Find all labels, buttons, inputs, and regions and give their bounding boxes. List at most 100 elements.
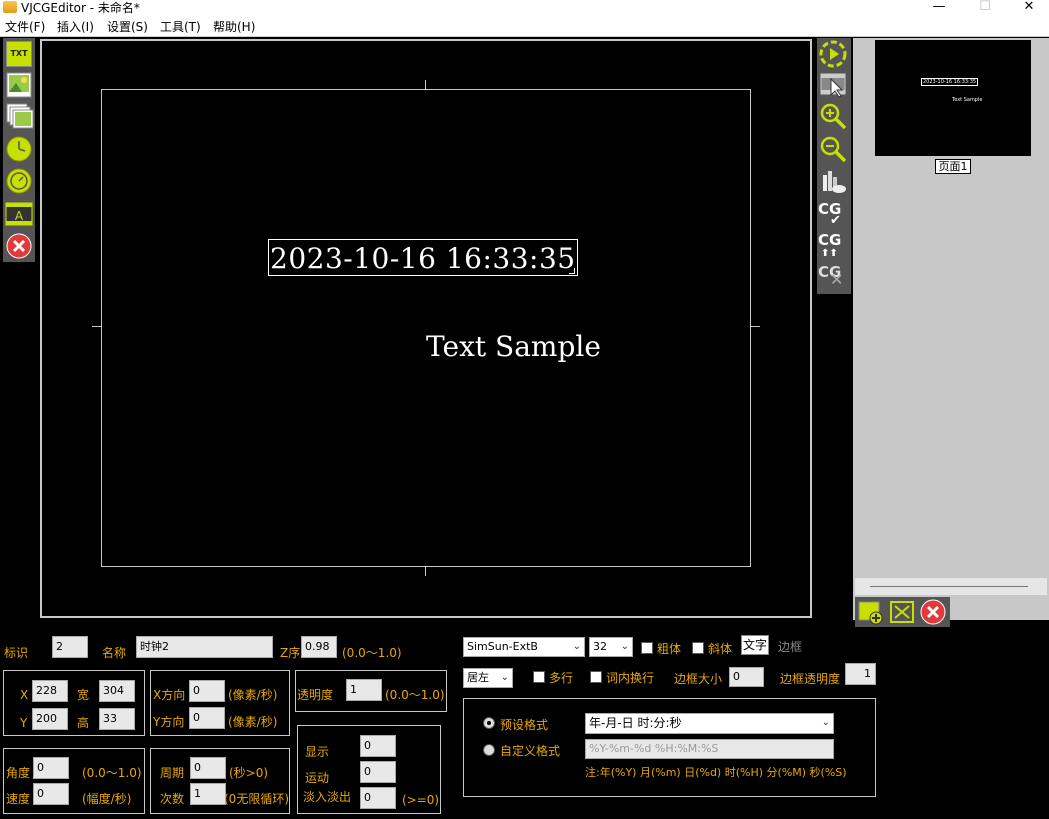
custom-format-field[interactable]: %Y-%m-%d %H:%M:%S [585, 739, 834, 759]
insert-image-icon[interactable] [6, 72, 32, 98]
thumbnail-sample-text: Text Sample [952, 97, 983, 103]
minimize-button[interactable]: — [916, 0, 962, 16]
zoom-in-icon[interactable] [819, 102, 847, 130]
center-tick-bottom [425, 567, 426, 576]
delete-icon[interactable] [6, 233, 32, 259]
size-select[interactable]: 32 ⌄ [589, 637, 633, 657]
speed-label: 速度 [6, 792, 31, 806]
move-field[interactable]: 0 [360, 761, 396, 783]
bold-label: 粗体 [657, 642, 682, 656]
z-order-field[interactable]: 0.98 [301, 636, 337, 658]
zoom-out-icon[interactable] [819, 135, 847, 163]
page-settings-icon[interactable] [889, 599, 915, 625]
clock-text: 2023-10-16 16:33:35 [270, 242, 576, 275]
x-direction-unit: (像素/秒) [228, 688, 278, 702]
text-color-button[interactable]: 文字 [741, 635, 769, 655]
center-tick-top [425, 80, 426, 89]
fade-unit: (>=0) [402, 793, 440, 807]
period-field[interactable]: 0 [190, 757, 226, 779]
preset-format-select[interactable]: 年-月-日 时:分:秒 ⌄ [585, 713, 834, 734]
y-field[interactable]: 200 [32, 708, 68, 730]
border-color-label[interactable]: 边框 [778, 638, 802, 655]
maximize-button[interactable]: ☐ [962, 0, 1008, 16]
fade-field[interactable]: 0 [360, 787, 396, 809]
app-icon [3, 1, 17, 13]
opacity-range: (0.0～1.0) [385, 688, 445, 702]
custom-format-label: 自定义格式 [500, 744, 561, 758]
id-field[interactable]: 2 [52, 636, 88, 658]
angle-field[interactable]: 0 [33, 757, 69, 779]
show-label: 显示 [305, 745, 330, 759]
speed-unit: (幅度/秒) [82, 792, 132, 806]
align-select-value: 居左 [467, 671, 489, 684]
align-select[interactable]: 居左 ⌄ [463, 668, 513, 688]
size-select-value: 32 [593, 640, 607, 653]
play-icon[interactable] [819, 40, 847, 68]
sample-text-object[interactable]: Text Sample [426, 330, 601, 363]
count-field[interactable]: 1 [190, 783, 226, 805]
select-cursor-icon[interactable] [819, 71, 847, 99]
count-label: 次数 [160, 792, 185, 806]
insert-clock-icon[interactable] [6, 136, 32, 162]
format-note: 注:年(%Y) 月(%m) 日(%d) 时(%H) 分(%M) 秒(%S) [585, 766, 847, 779]
angle-label: 角度 [6, 766, 31, 780]
safe-area-frame [101, 89, 751, 567]
y-direction-field[interactable]: 0 [189, 707, 225, 729]
multiline-checkbox[interactable] [533, 671, 545, 683]
font-select[interactable]: SimSun-ExtB ⌄ [463, 637, 585, 657]
add-page-icon[interactable] [857, 599, 883, 625]
menu-tools[interactable]: 工具(T) [160, 18, 201, 36]
menu-help[interactable]: 帮助(H) [213, 18, 255, 36]
chevron-down-icon: ⌄ [620, 641, 629, 652]
show-field[interactable]: 0 [360, 735, 396, 757]
pan-hand-icon[interactable] [819, 167, 847, 195]
insert-text-frame-icon[interactable]: A [5, 201, 33, 227]
chevron-down-icon: ⌄ [821, 717, 830, 728]
fade-label: 淡入淡出 [303, 790, 352, 804]
window-title: VJCGEditor - 未命名* [21, 1, 140, 15]
insert-image-sequence-icon[interactable] [6, 103, 34, 129]
cg-upload-icon[interactable]: CG ⬆⬆ [818, 231, 848, 261]
y-direction-label: Y方向 [153, 715, 185, 729]
cg-remove-icon[interactable]: CG ✕ [818, 263, 848, 293]
count-unit: (0无限循环) [224, 792, 289, 806]
word-wrap-label: 词内换行 [606, 671, 655, 685]
speed-field[interactable]: 0 [33, 783, 69, 805]
border-opacity-label: 边框透明度 [780, 672, 841, 686]
cg-apply-icon[interactable]: CG ✔ [818, 200, 848, 230]
custom-format-radio[interactable] [483, 744, 495, 756]
period-label: 周期 [160, 766, 185, 780]
x-label: X [20, 688, 29, 702]
word-wrap-checkbox[interactable] [590, 671, 602, 683]
font-select-value: SimSun-ExtB [467, 640, 538, 653]
multiline-label: 多行 [549, 671, 574, 685]
italic-checkbox[interactable] [692, 642, 704, 654]
insert-text-icon[interactable]: TXT [6, 41, 32, 67]
preset-format-radio[interactable] [483, 717, 495, 729]
name-label: 名称 [102, 646, 127, 660]
name-field[interactable]: 时钟2 [136, 636, 273, 658]
opacity-field[interactable]: 1 [346, 679, 382, 701]
scrollbar-track[interactable] [870, 586, 1028, 587]
border-opacity-field[interactable]: 1 [845, 663, 876, 685]
y-label: Y [20, 716, 28, 730]
border-size-label: 边框大小 [674, 672, 723, 686]
height-label: 高 [77, 716, 90, 730]
delete-page-icon[interactable] [920, 599, 946, 625]
bold-checkbox[interactable] [641, 642, 653, 654]
border-size-field[interactable]: 0 [729, 667, 764, 687]
x-direction-field[interactable]: 0 [189, 680, 225, 702]
x-field[interactable]: 228 [32, 680, 68, 702]
page-label[interactable]: 页面1 [935, 159, 971, 174]
close-button[interactable]: ✕ [1006, 0, 1049, 16]
menu-settings[interactable]: 设置(S) [107, 18, 148, 36]
period-unit: (秒>0) [229, 766, 269, 780]
chevron-down-icon: ⌄ [572, 641, 581, 652]
width-label: 宽 [77, 688, 90, 702]
italic-label: 斜体 [708, 642, 733, 656]
menu-file[interactable]: 文件(F) [5, 18, 45, 36]
width-field[interactable]: 304 [99, 680, 135, 702]
insert-timer-icon[interactable] [6, 168, 32, 194]
height-field[interactable]: 33 [99, 708, 135, 730]
menu-insert[interactable]: 插入(I) [57, 18, 94, 36]
